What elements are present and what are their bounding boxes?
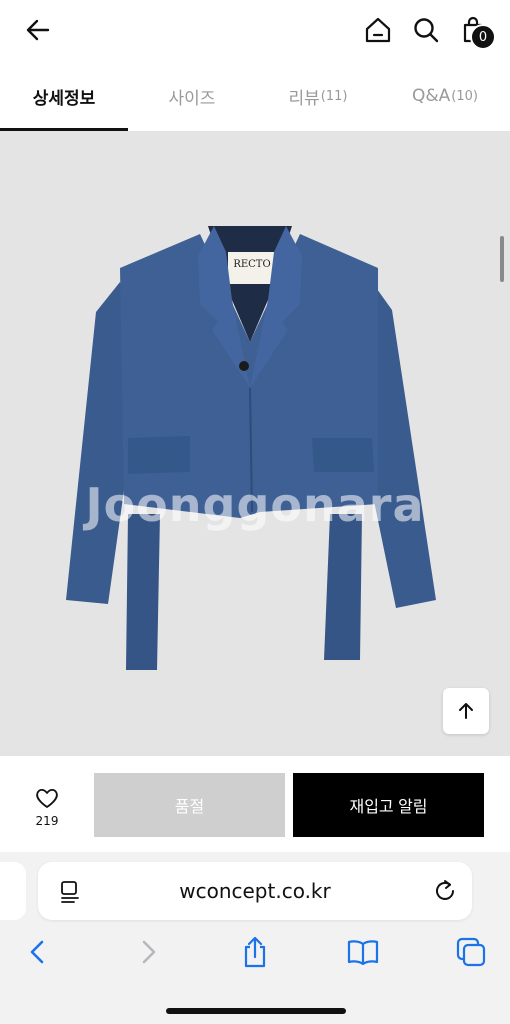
- watermark: Joonggonara: [85, 478, 425, 532]
- tab-reviews[interactable]: 리뷰 (11): [256, 60, 380, 132]
- reload-button[interactable]: [430, 876, 460, 906]
- share-icon: [244, 936, 266, 968]
- search-button[interactable]: [406, 10, 446, 50]
- brand-label: RECTO: [233, 259, 271, 270]
- previous-tab-card[interactable]: [0, 862, 26, 920]
- soldout-button[interactable]: 품절: [94, 773, 285, 837]
- like-count: 219: [35, 814, 59, 828]
- back-button[interactable]: [18, 10, 58, 50]
- tab-label: 사이즈: [168, 88, 216, 109]
- jacket-illustration: [66, 226, 436, 670]
- arrow-up-icon: [459, 703, 473, 719]
- product-image: RECTO: [0, 132, 510, 756]
- browser-forward-button[interactable]: [126, 930, 170, 974]
- url-text: wconcept.co.kr: [179, 879, 331, 903]
- tab-label: 리뷰: [288, 88, 320, 109]
- tab-label: Q&A: [412, 86, 451, 106]
- active-tab-indicator: [0, 128, 128, 131]
- page-menu-icon: [61, 881, 79, 903]
- bookmarks-button[interactable]: [341, 930, 385, 974]
- arrow-left-icon: [26, 19, 50, 41]
- search-icon: [414, 18, 439, 43]
- home-button[interactable]: [358, 10, 398, 50]
- scrollbar-thumb[interactable]: [500, 236, 504, 282]
- scroll-to-top-button[interactable]: [443, 688, 489, 734]
- tab-qna[interactable]: Q&A (10): [380, 60, 510, 132]
- tab-count: (10): [451, 88, 478, 104]
- tabs-icon: [456, 937, 486, 967]
- tab-label: 상세정보: [32, 88, 96, 109]
- book-icon: [347, 940, 379, 966]
- share-button[interactable]: [233, 930, 277, 974]
- chevron-left-icon: [30, 940, 44, 964]
- product-tabs: 상세정보 사이즈 리뷰 (11) Q&A (10): [0, 60, 510, 132]
- tab-details[interactable]: 상세정보: [0, 60, 128, 132]
- home-icon: [365, 17, 391, 43]
- address-bar[interactable]: wconcept.co.kr: [38, 862, 472, 920]
- cart-count-badge: 0: [470, 24, 496, 50]
- tabs-button[interactable]: [449, 930, 493, 974]
- tab-count: (11): [320, 88, 348, 104]
- heart-icon: [36, 788, 58, 808]
- restock-alert-button[interactable]: 재입고 알림: [293, 773, 484, 837]
- reader-mode-button[interactable]: [58, 876, 82, 906]
- chevron-right-icon: [142, 940, 156, 964]
- browser-back-button[interactable]: [16, 930, 60, 974]
- like-button[interactable]: 219: [18, 786, 76, 836]
- reload-icon: [436, 880, 454, 900]
- tab-size[interactable]: 사이즈: [128, 60, 256, 132]
- home-indicator: [166, 1008, 346, 1014]
